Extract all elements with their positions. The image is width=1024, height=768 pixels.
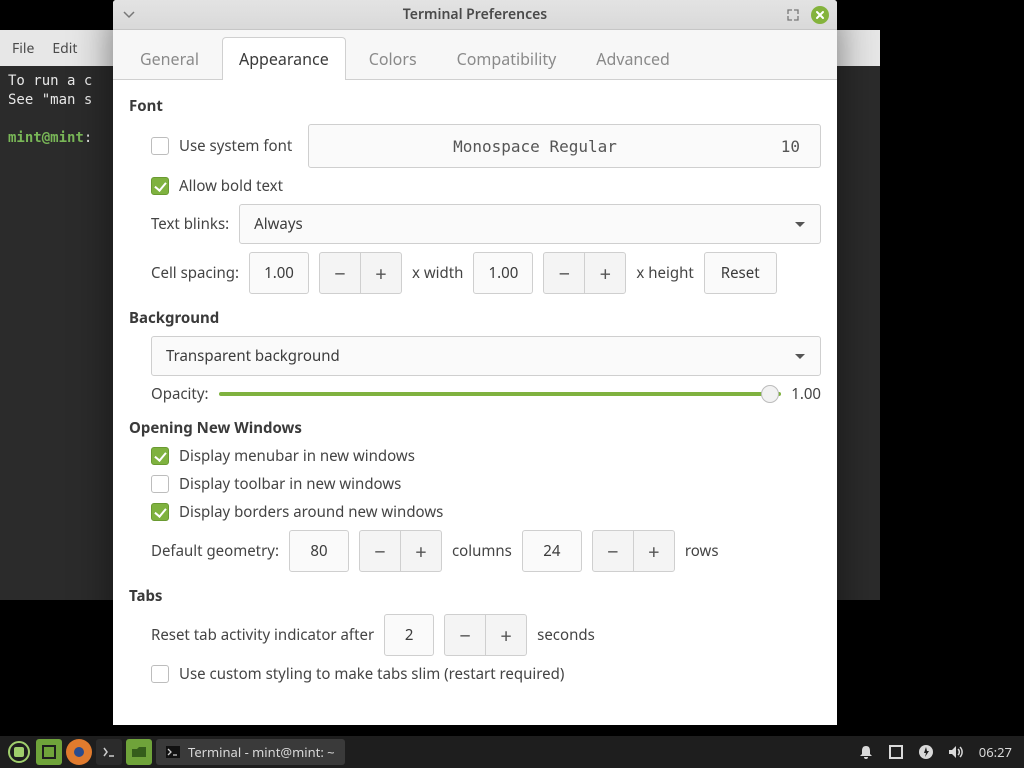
background-type-select[interactable]: Transparent background [151, 336, 821, 376]
taskbar: Terminal - mint@mint: ~ 06:27 [0, 736, 1024, 768]
geometry-rows-input[interactable]: 24 [522, 530, 582, 572]
slim-tabs-checkbox[interactable] [151, 665, 169, 683]
terminal-line-2: See "man s [8, 92, 92, 108]
allow-bold-label: Allow bold text [179, 176, 283, 196]
show-desktop-button[interactable] [36, 739, 62, 765]
geometry-cols-inc[interactable]: + [400, 530, 442, 572]
reset-indicator-inc[interactable]: + [485, 614, 527, 656]
tab-advanced[interactable]: Advanced [579, 37, 687, 80]
geometry-cols-input[interactable]: 80 [289, 530, 349, 572]
tab-appearance[interactable]: Appearance [222, 37, 346, 80]
cell-spacing-height-dec[interactable]: − [543, 252, 585, 294]
display-borders-checkbox[interactable] [151, 503, 169, 521]
text-blinks-label: Text blinks: [151, 214, 229, 234]
section-font: Font [129, 96, 821, 116]
taskbar-clock[interactable]: 06:27 [973, 743, 1018, 761]
display-toolbar-checkbox[interactable] [151, 475, 169, 493]
geometry-cols-dec[interactable]: − [359, 530, 401, 572]
cell-spacing-label: Cell spacing: [151, 263, 239, 283]
terminal-launcher[interactable] [96, 739, 122, 765]
default-geometry-label: Default geometry: [151, 541, 279, 561]
preferences-dialog: Terminal Preferences General Appearance … [113, 0, 837, 725]
chevron-down-icon [794, 346, 806, 366]
use-system-font-label: Use system font [179, 136, 292, 156]
slim-tabs-label: Use custom styling to make tabs slim (re… [179, 664, 564, 684]
opacity-slider[interactable] [219, 384, 782, 404]
tab-content-appearance: Font Use system font Monospace Regular 1… [113, 80, 837, 725]
dialog-titlebar[interactable]: Terminal Preferences [113, 0, 837, 30]
cell-spacing-height-inc[interactable]: + [584, 252, 626, 294]
mint-logo-icon [8, 741, 30, 763]
terminal-prompt-sep: : [84, 130, 92, 146]
tab-colors[interactable]: Colors [352, 37, 434, 80]
cell-spacing-height-suffix: x height [636, 263, 693, 283]
geometry-cols-suffix: columns [452, 541, 512, 561]
chevron-down-icon [794, 214, 806, 234]
text-blinks-value: Always [254, 214, 303, 234]
geometry-rows-dec[interactable]: − [592, 530, 634, 572]
background-type-value: Transparent background [166, 346, 340, 366]
taskbar-active-window[interactable]: Terminal - mint@mint: ~ [156, 739, 345, 765]
cell-spacing-width-inc[interactable]: + [360, 252, 402, 294]
display-toolbar-label: Display toolbar in new windows [179, 474, 401, 494]
close-button[interactable] [811, 6, 829, 24]
cell-spacing-width-suffix: x width [412, 263, 463, 283]
tab-compatibility[interactable]: Compatibility [440, 37, 574, 80]
use-system-font-checkbox[interactable] [151, 137, 169, 155]
text-blinks-select[interactable]: Always [239, 204, 821, 244]
dialog-title: Terminal Preferences [403, 5, 547, 24]
firefox-launcher[interactable] [66, 739, 92, 765]
tab-general[interactable]: General [123, 37, 216, 80]
terminal-line-1: To run a c [8, 73, 92, 89]
cell-spacing-width-input[interactable]: 1.00 [249, 252, 309, 294]
reset-indicator-input[interactable]: 2 [384, 614, 434, 656]
section-opening-windows: Opening New Windows [129, 418, 821, 438]
cell-spacing-height-input[interactable]: 1.00 [473, 252, 533, 294]
slider-thumb[interactable] [761, 385, 779, 403]
allow-bold-checkbox[interactable] [151, 177, 169, 195]
font-chooser-button[interactable]: Monospace Regular 10 [308, 124, 821, 168]
power-icon[interactable] [913, 739, 939, 765]
font-name: Monospace Regular [329, 137, 740, 156]
opacity-label: Opacity: [151, 384, 209, 404]
window-menu-icon[interactable] [121, 7, 137, 23]
taskbar-active-window-title: Terminal - mint@mint: ~ [188, 743, 335, 761]
section-background: Background [129, 308, 821, 328]
opacity-value: 1.00 [791, 384, 821, 404]
start-menu-button[interactable] [6, 739, 32, 765]
reset-indicator-suffix: seconds [537, 625, 595, 645]
tab-strip: General Appearance Colors Compatibility … [113, 30, 837, 80]
reset-indicator-label: Reset tab activity indicator after [151, 625, 374, 645]
maximize-icon[interactable] [785, 7, 801, 23]
terminal-prompt-user: mint@mint [8, 130, 84, 146]
display-menubar-label: Display menubar in new windows [179, 446, 415, 466]
menu-file[interactable]: File [12, 39, 34, 58]
cell-spacing-width-dec[interactable]: − [319, 252, 361, 294]
cell-spacing-reset-button[interactable]: Reset [704, 252, 777, 294]
geometry-rows-suffix: rows [685, 541, 719, 561]
display-menubar-checkbox[interactable] [151, 447, 169, 465]
reset-indicator-dec[interactable]: − [444, 614, 486, 656]
volume-icon[interactable] [943, 739, 969, 765]
menu-edit[interactable]: Edit [52, 39, 77, 58]
font-size: 10 [781, 137, 800, 156]
notifications-icon[interactable] [853, 739, 879, 765]
geometry-rows-inc[interactable]: + [633, 530, 675, 572]
display-borders-label: Display borders around new windows [179, 502, 443, 522]
files-launcher[interactable] [126, 739, 152, 765]
terminal-icon [166, 746, 180, 758]
workspace-switcher-icon[interactable] [883, 739, 909, 765]
section-tabs: Tabs [129, 586, 821, 606]
